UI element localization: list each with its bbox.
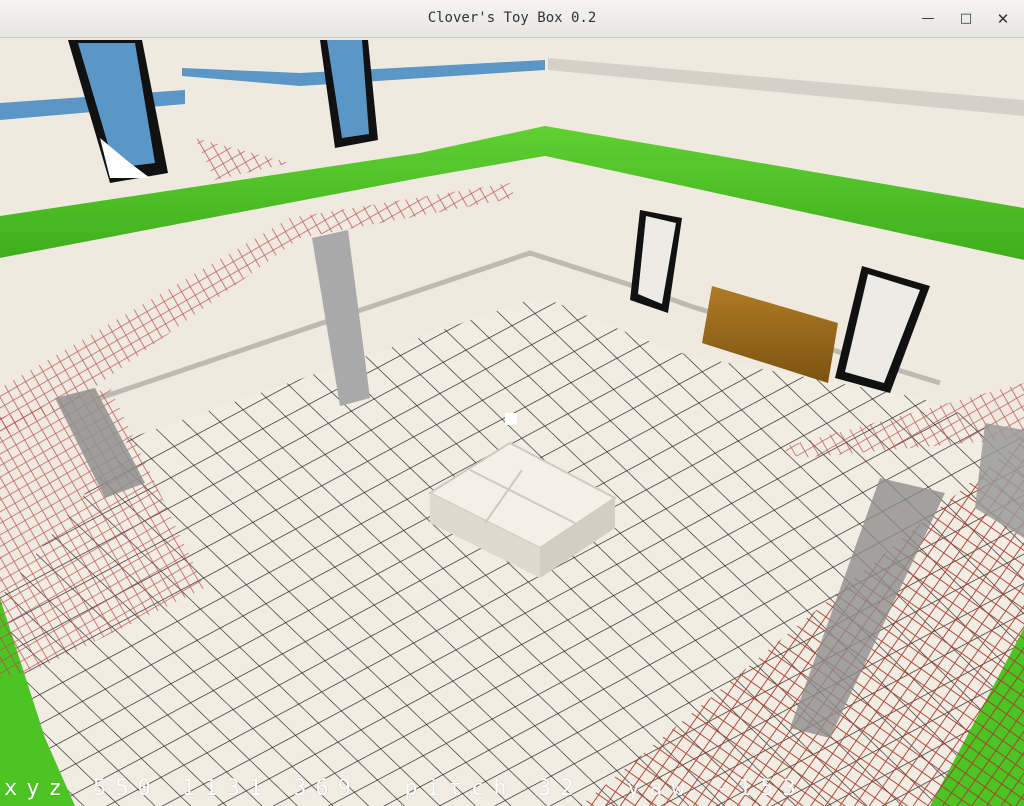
- game-viewport[interactable]: xyz 550 1131 369 pitch 32 yaw -153: [0, 38, 1024, 806]
- title-bar[interactable]: Clover's Toy Box 0.2 — □ ✕: [0, 0, 1024, 38]
- item-pickup: [505, 413, 517, 425]
- close-icon[interactable]: ✕: [991, 7, 1015, 31]
- app-window: Clover's Toy Box 0.2 — □ ✕ xyz 550 1131 …: [0, 0, 1024, 806]
- scene-render: [0, 38, 1024, 806]
- hud-readout: xyz 550 1131 369 pitch 32 yaw -153: [4, 776, 805, 801]
- window-title: Clover's Toy Box 0.2: [427, 10, 597, 26]
- minimize-icon[interactable]: —: [916, 7, 940, 31]
- maximize-icon[interactable]: □: [954, 7, 978, 31]
